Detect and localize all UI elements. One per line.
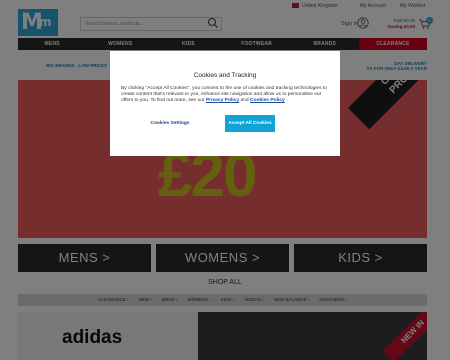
cookie-body-and: and <box>240 98 249 104</box>
accept-all-cookies-button[interactable]: Accept All Cookies <box>225 115 275 132</box>
cookie-dialog-title: Cookies and Tracking <box>193 72 257 79</box>
cookies-settings-button[interactable]: Cookies Settings <box>147 119 193 129</box>
cookies-policy-link[interactable]: Cookies Policy <box>250 98 285 103</box>
page: M m Search brands, products... United Ki… <box>0 0 450 360</box>
cookie-consent-dialog: Cookies and Tracking By clicking "Accept… <box>110 51 340 156</box>
privacy-policy-link[interactable]: Privacy Policy <box>206 98 239 103</box>
cookie-dialog-body: By clicking "Accept All Cookies", you co… <box>121 86 331 105</box>
